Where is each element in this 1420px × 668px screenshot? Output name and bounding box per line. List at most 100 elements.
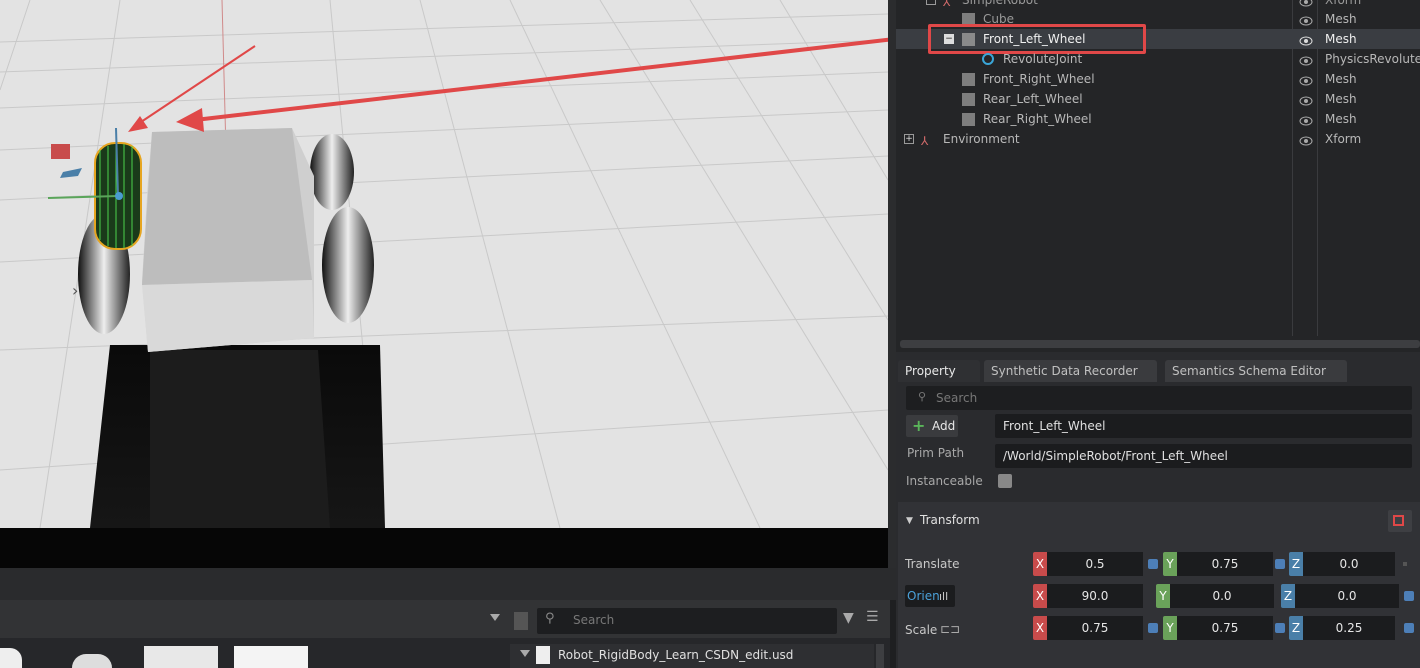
- keyframe-icon[interactable]: [1404, 591, 1414, 601]
- panel-divider: [0, 568, 896, 600]
- translate-y-field[interactable]: 0.75: [1177, 552, 1273, 576]
- tree-row-type: Mesh: [1325, 72, 1357, 86]
- transform-section: ▼ Transform Translate X 0.5 Y 0.75 Z 0.0…: [898, 502, 1420, 668]
- tree-row-type: Xform: [1325, 132, 1362, 146]
- tree-row-front-right-wheel[interactable]: Front_Right_Wheel Mesh: [896, 69, 1420, 89]
- plus-icon: +: [912, 416, 926, 435]
- collapse-icon[interactable]: −: [944, 34, 954, 44]
- collapse-icon[interactable]: −: [926, 0, 936, 5]
- translate-x-field[interactable]: 0.5: [1047, 552, 1143, 576]
- tree-row-type: PhysicsRevolute: [1325, 52, 1420, 66]
- file-name[interactable]: Robot_RigidBody_Learn_CSDN_edit.usd: [558, 648, 793, 662]
- search-placeholder: Search: [573, 613, 615, 627]
- eye-icon[interactable]: [1299, 53, 1313, 66]
- asset-thumbnail[interactable]: [0, 648, 22, 668]
- mesh-icon: [962, 93, 975, 106]
- transform-settings-button[interactable]: [1388, 510, 1412, 532]
- collapse-icon[interactable]: ▼: [906, 516, 913, 526]
- tree-row-rear-left-wheel[interactable]: Rear_Left_Wheel Mesh: [896, 89, 1420, 109]
- search-placeholder: Search: [936, 391, 978, 405]
- xform-icon: ⅄: [921, 134, 929, 148]
- menu-icon[interactable]: ☰: [866, 609, 879, 625]
- tab-property[interactable]: Property: [898, 360, 980, 382]
- viewport[interactable]: ›: [0, 0, 888, 528]
- scene-render: ›: [0, 0, 888, 528]
- tree-row-type: Mesh: [1325, 32, 1357, 46]
- tree-row-front-left-wheel[interactable]: − Front_Left_Wheel Mesh: [896, 24, 1420, 54]
- asset-thumbnail[interactable]: [144, 646, 218, 668]
- tree-row-environment[interactable]: + ⅄ Environment Xform: [896, 129, 1420, 149]
- tree-row-revolutejoint[interactable]: RevoluteJoint PhysicsRevolute: [896, 49, 1420, 69]
- joint-icon: [982, 53, 994, 65]
- orient-x-field[interactable]: 90.0: [1047, 584, 1143, 608]
- scale-x-field[interactable]: 0.75: [1047, 616, 1143, 640]
- scale-z-field[interactable]: 0.25: [1303, 616, 1395, 640]
- eye-icon[interactable]: [1299, 0, 1313, 7]
- add-button[interactable]: + Add: [906, 415, 958, 437]
- filter-icon[interactable]: ▼: [843, 610, 854, 626]
- bookmark-icon[interactable]: [514, 612, 528, 630]
- keyframe-icon[interactable]: [1275, 559, 1285, 569]
- stage-scrollbar[interactable]: [900, 340, 1420, 348]
- tree-row-label: Rear_Left_Wheel: [983, 92, 1083, 106]
- orient-label: Orien: [907, 589, 940, 603]
- svg-text:›: ›: [72, 281, 78, 300]
- tab-synthetic-data-recorder[interactable]: Synthetic Data Recorder: [984, 360, 1157, 382]
- tree-row-label: RevoluteJoint: [1003, 52, 1083, 66]
- viewport-bottom-bar: [0, 528, 888, 568]
- orient-mode-button[interactable]: Orien ıll: [905, 585, 955, 607]
- z-axis-tag: Z: [1289, 552, 1303, 576]
- panel-splitter[interactable]: [888, 0, 896, 600]
- collapse-icon[interactable]: [520, 650, 530, 657]
- tree-row-label: Environment: [943, 132, 1020, 146]
- expand-icon[interactable]: +: [904, 134, 914, 144]
- property-search-input[interactable]: ⚲ Search: [906, 386, 1412, 410]
- keyframe-icon[interactable]: [1404, 623, 1414, 633]
- reset-icon[interactable]: [1403, 562, 1407, 566]
- orient-z-field[interactable]: 0.0: [1295, 584, 1399, 608]
- prim-name-field[interactable]: Front_Left_Wheel: [995, 414, 1412, 438]
- file-list: Robot_RigidBody_Learn_CSDN_edit.usd: [510, 644, 874, 668]
- search-icon: ⚲: [918, 390, 927, 403]
- eye-icon[interactable]: [1299, 73, 1313, 86]
- eye-icon[interactable]: [1299, 133, 1313, 146]
- x-axis-tag: X: [1033, 616, 1047, 640]
- keyframe-icon[interactable]: [1275, 623, 1285, 633]
- stage-tree: − ⅄ SimpleRobot Xform Cube Mesh − Front_…: [896, 0, 1420, 352]
- eye-icon[interactable]: [1299, 33, 1313, 46]
- mesh-icon: [962, 113, 975, 126]
- tree-row-type: Mesh: [1325, 92, 1357, 106]
- z-axis-tag: Z: [1289, 616, 1303, 640]
- add-button-label: Add: [932, 419, 956, 433]
- tree-row-label: Front_Right_Wheel: [983, 72, 1095, 86]
- asset-thumbnail[interactable]: [72, 654, 112, 668]
- instanceable-checkbox[interactable]: [998, 474, 1012, 488]
- tree-row-rear-right-wheel[interactable]: Rear_Right_Wheel Mesh: [896, 109, 1420, 129]
- x-axis-tag: X: [1033, 584, 1047, 608]
- eye-icon[interactable]: [1299, 113, 1313, 126]
- dropdown-arrow-icon[interactable]: [490, 614, 500, 621]
- eye-icon[interactable]: [1299, 13, 1313, 26]
- tab-semantics-schema-editor[interactable]: Semantics Schema Editor: [1165, 360, 1347, 382]
- instanceable-label: Instanceable: [906, 474, 983, 488]
- link-icon[interactable]: ⊏⊐: [940, 622, 960, 636]
- eye-icon[interactable]: [1299, 93, 1313, 106]
- keyframe-icon[interactable]: [1148, 623, 1158, 633]
- scale-y-field[interactable]: 0.75: [1177, 616, 1273, 640]
- x-axis-tag: X: [1033, 552, 1047, 576]
- orient-y-field[interactable]: 0.0: [1170, 584, 1274, 608]
- content-search-input[interactable]: ⚲ Search: [537, 608, 837, 634]
- translate-z-field[interactable]: 0.0: [1303, 552, 1395, 576]
- bars-icon: ıll: [939, 590, 949, 603]
- z-axis-tag: Z: [1281, 584, 1295, 608]
- scrollbar[interactable]: [876, 644, 884, 668]
- prim-path-field[interactable]: /World/SimpleRobot/Front_Left_Wheel: [995, 444, 1412, 468]
- tree-row-label: Front_Left_Wheel: [983, 32, 1086, 46]
- transform-icon: [1393, 515, 1404, 526]
- transform-header[interactable]: Transform: [920, 513, 980, 527]
- scale-label: Scale: [905, 623, 938, 637]
- asset-thumbnail[interactable]: [234, 646, 308, 668]
- keyframe-icon[interactable]: [1148, 559, 1158, 569]
- prim-path-label: Prim Path: [907, 446, 965, 460]
- y-axis-tag: Y: [1163, 552, 1177, 576]
